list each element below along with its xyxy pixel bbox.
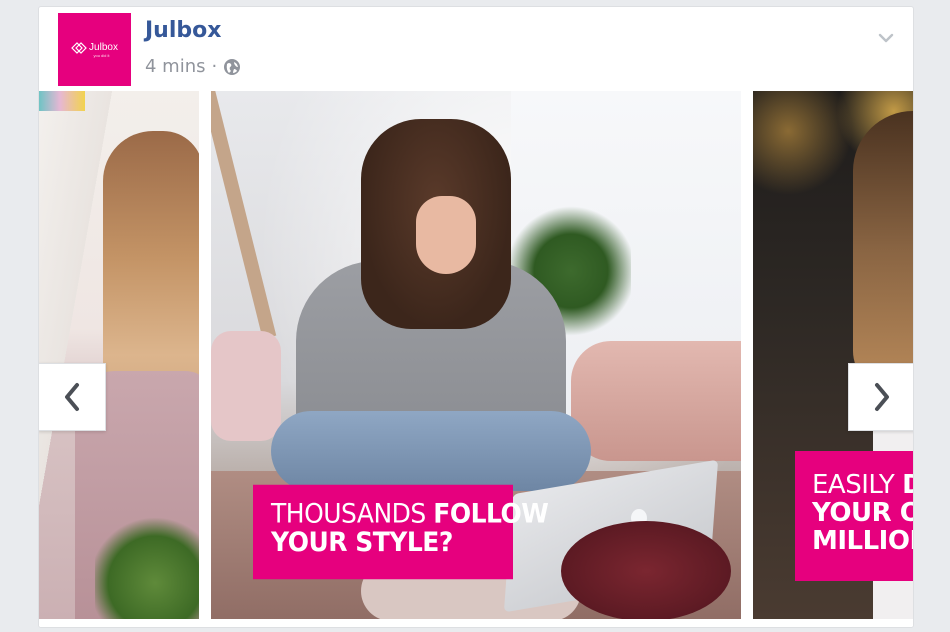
meta-separator: · [211,56,218,77]
chevron-down-icon[interactable] [877,29,895,47]
chevron-right-icon [875,383,889,411]
card-caption: THOUSANDS FOLLOW YOUR STYLE? [253,484,549,580]
post-meta: 4 mins · [145,56,241,77]
photo-plant [95,511,199,619]
caption-bold-text: FOLLOW [433,498,549,529]
avatar-tagline: you did it [93,52,110,58]
diamond-logo-icon [71,41,87,54]
carousel-prev-button[interactable] [39,363,106,431]
photo-hair [853,111,913,391]
globe-icon [223,58,241,76]
page-name-link[interactable]: Julbox [145,18,221,43]
page-avatar[interactable]: Julbox you did it [58,13,131,86]
photo-tent-pole [211,91,277,339]
caption-line-3: MILLIONS [812,526,913,557]
caption-line-1: THOUSANDS FOLLOW [271,498,549,529]
carousel-card-1[interactable] [39,91,199,619]
caption-light-text: EASILY [812,470,903,500]
photo-jeans [271,411,591,491]
carousel-card-2[interactable]: THOUSANDS FOLLOW YOUR STYLE? [211,91,741,619]
caption-line-2: YOUR OW [812,498,913,529]
card-caption: EASILY DE YOUR OW MILLIONS [795,451,913,581]
photo-hat [561,521,731,619]
post-header: Julbox you did it Julbox 4 mins · [39,7,913,91]
card-photo [39,91,199,619]
carousel-card-3[interactable]: EASILY DE YOUR OW MILLIONS [753,91,913,619]
caption-light-text: THOUSANDS [271,498,434,529]
photo-face [416,196,476,274]
bunting-decoration [39,91,85,111]
feed-post: Julbox you did it Julbox 4 mins · THOUSA… [38,6,914,628]
chevron-left-icon [65,383,79,411]
photo-blanket [571,341,741,461]
image-carousel: THOUSANDS FOLLOW YOUR STYLE? EASILY DE Y… [39,91,913,627]
avatar-brand-text: Julbox [89,42,118,53]
caption-line-1: EASILY DE [812,471,913,499]
caption-bold-text: DE [902,470,913,500]
caption-line-2: YOUR STYLE? [271,526,453,558]
carousel-next-button[interactable] [848,363,913,431]
photo-pillow [211,331,281,441]
post-timestamp[interactable]: 4 mins [145,56,206,77]
